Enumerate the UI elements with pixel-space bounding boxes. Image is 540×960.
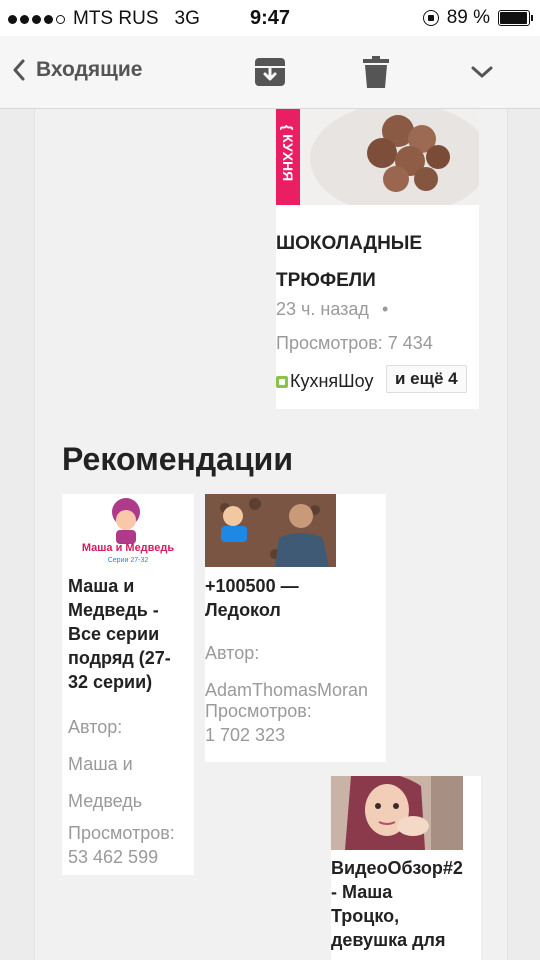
recommendations-heading: Рекомендации xyxy=(62,441,293,477)
channel-link[interactable]: КухняШоу xyxy=(276,371,373,392)
archive-button[interactable] xyxy=(252,54,288,90)
title-line: 32 серии) xyxy=(68,672,153,692)
views-count: 1 702 323 xyxy=(205,725,286,745)
kitchen-badge-text: { КУХНЯ xyxy=(280,124,296,182)
video-views: Просмотров: 53 462 599 xyxy=(68,821,175,869)
channel-icon xyxy=(276,376,288,389)
chevron-left-icon xyxy=(13,59,25,81)
views-count: 53 462 599 xyxy=(68,847,159,867)
recommendation-card[interactable]: ВидеоОбзор#2 - Маша Троцко, девушка для xyxy=(331,776,481,960)
featured-video-card[interactable]: { КУХНЯ ШОКОЛАДНЫЕ ТРЮФЕЛИ 23 ч. назад •… xyxy=(276,109,479,409)
featured-title[interactable]: ШОКОЛАДНЫЕ ТРЮФЕЛИ xyxy=(276,225,422,299)
views-label: Просмотров: xyxy=(68,823,175,843)
title-line: Медведь - xyxy=(68,600,159,620)
author-label: Автор: xyxy=(68,717,123,737)
time-ago: 23 ч. назад xyxy=(276,299,369,319)
battery-icon xyxy=(498,10,533,26)
svg-text:Маша и Медведь: Маша и Медведь xyxy=(82,542,175,554)
back-button[interactable]: Входящие xyxy=(12,58,143,82)
featured-title-line: ТРЮФЕЛИ xyxy=(276,270,376,291)
svg-text:Серии 27-32: Серии 27-32 xyxy=(108,557,149,564)
trash-icon xyxy=(363,56,389,88)
title-line: Все серии xyxy=(68,624,160,644)
status-bar: MTS RUS 3G 9:47 89 % xyxy=(0,0,540,36)
title-line: Троцко, xyxy=(331,906,400,926)
adam-thumbnail-image xyxy=(205,494,336,567)
status-right: 89 % xyxy=(422,7,533,29)
featured-title-line: ШОКОЛАДНЫЕ xyxy=(276,233,423,254)
title-line: ВидеоОбзор#2 xyxy=(331,858,463,878)
title-line: девушка для xyxy=(331,930,446,950)
archive-icon xyxy=(255,58,285,86)
nav-bar: Входящие xyxy=(0,36,540,109)
recommendation-card[interactable]: +100500 — Ледокол Автор: AdamThomasMoran… xyxy=(205,494,386,762)
battery-percent: 89 % xyxy=(446,7,490,28)
title-line: подряд (27- xyxy=(68,648,171,668)
views-label: Просмотров: xyxy=(205,701,312,721)
video-thumbnail[interactable] xyxy=(331,776,463,850)
title-line: +100500 — xyxy=(205,576,299,596)
more-options-button[interactable] xyxy=(464,54,500,90)
delete-button[interactable] xyxy=(358,54,394,90)
more-channels-button[interactable]: и ещё 4 xyxy=(386,365,467,393)
featured-thumbnail[interactable]: { КУХНЯ xyxy=(276,109,479,205)
masha-logo-image: Маша и Медведь Серии 27-32 xyxy=(82,498,175,564)
title-line: Маша и xyxy=(68,576,135,596)
video-thumbnail[interactable]: Маша и Медведь Серии 27-32 xyxy=(62,494,194,567)
author-label: Автор: xyxy=(205,643,260,663)
separator: • xyxy=(381,299,389,319)
recommendation-card[interactable]: Маша и Медведь Серии 27-32 Маша и Медвед… xyxy=(62,494,194,875)
selfie-thumbnail-image xyxy=(331,776,463,850)
channel-name: КухняШоу xyxy=(290,371,374,391)
back-label: Входящие xyxy=(36,58,143,81)
title-line: Ледокол xyxy=(205,600,281,620)
chevron-down-icon xyxy=(471,66,493,78)
author-name: Маша и xyxy=(68,754,133,774)
featured-views: Просмотров: 7 434 xyxy=(276,333,433,353)
video-author: Автор: AdamThomasMoran xyxy=(205,635,368,709)
video-author: Автор: Маша и Медведь xyxy=(68,709,142,820)
truffles-image xyxy=(310,109,479,205)
video-views: Просмотров: 1 702 323 xyxy=(205,699,312,747)
email-content[interactable]: { КУХНЯ ШОКОЛАДНЫЕ ТРЮФЕЛИ 23 ч. назад •… xyxy=(0,109,540,960)
author-name: Медведь xyxy=(68,791,143,811)
kitchen-badge: { КУХНЯ xyxy=(276,109,300,205)
video-title[interactable]: Маша и Медведь - Все серии подряд (27- 3… xyxy=(68,574,192,694)
featured-time: 23 ч. назад • xyxy=(276,299,388,320)
rotation-lock-icon xyxy=(422,10,439,26)
video-thumbnail[interactable] xyxy=(205,494,336,567)
video-title[interactable]: ВидеоОбзор#2 - Маша Троцко, девушка для xyxy=(331,856,463,952)
video-title[interactable]: +100500 — Ледокол xyxy=(205,574,299,622)
title-line: - Маша xyxy=(331,882,393,902)
